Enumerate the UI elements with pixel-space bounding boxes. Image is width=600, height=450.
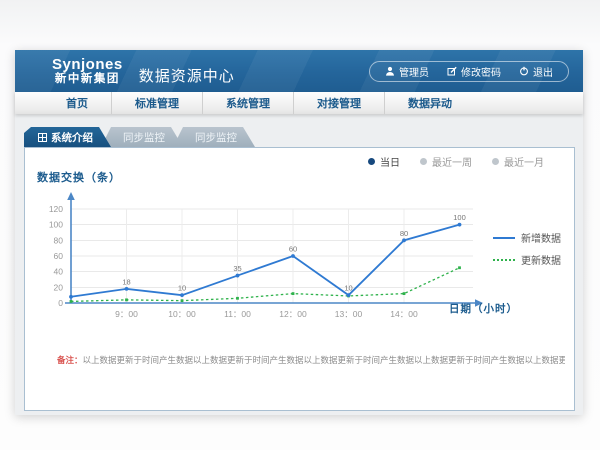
filter-last-week[interactable]: 最近一周 xyxy=(420,154,472,169)
logo-brand: Synjones xyxy=(52,57,123,73)
svg-text:9：00: 9：00 xyxy=(115,309,138,319)
edit-icon xyxy=(447,66,457,76)
user-label: 管理员 xyxy=(399,64,429,79)
power-icon xyxy=(519,66,529,76)
app-header: Synjones 新中新集团 数据资源中心 管理员 修改密 xyxy=(15,50,583,92)
footnote-text: 以上数据更新于时间产生数据以上数据更新于时间产生数据以上数据更新于时间产生数据以… xyxy=(83,355,565,365)
svg-text:35: 35 xyxy=(233,264,241,273)
svg-text:0: 0 xyxy=(58,298,63,308)
footnote: 备注：以上数据更新于时间产生数据以上数据更新于时间产生数据以上数据更新于时间产生… xyxy=(57,354,565,366)
main-nav: 首页 标准管理 系统管理 对接管理 数据异动 xyxy=(15,92,583,114)
tab-sync-monitor-1[interactable]: 同步监控 xyxy=(101,127,183,147)
x-axis-title: 日期（小时） xyxy=(449,301,518,316)
svg-text:60: 60 xyxy=(54,251,64,261)
logo-company: 新中新集团 xyxy=(52,73,123,85)
user-icon xyxy=(385,66,395,76)
tab-label: 同步监控 xyxy=(195,130,237,145)
change-password-button[interactable]: 修改密码 xyxy=(438,64,510,79)
chart-legend: 新增数据 更新数据 xyxy=(493,230,561,267)
time-range-filter: 当日 最近一周 最近一月 xyxy=(368,154,544,169)
tab-label: 同步监控 xyxy=(123,130,165,145)
svg-text:12：00: 12：00 xyxy=(279,309,307,319)
logout-button[interactable]: 退出 xyxy=(510,64,562,79)
svg-text:100: 100 xyxy=(453,213,466,222)
change-password-label: 修改密码 xyxy=(461,64,501,79)
nav-item-system-mgmt[interactable]: 系统管理 xyxy=(202,92,293,114)
svg-text:11：00: 11：00 xyxy=(224,309,251,319)
grid-icon xyxy=(38,133,47,142)
content-area: 系统介绍 同步监控 同步监控 当日 最近一周 xyxy=(15,114,583,415)
dotted-line-icon xyxy=(493,259,515,261)
svg-text:100: 100 xyxy=(49,220,63,230)
svg-text:120: 120 xyxy=(49,204,63,214)
legend-item-updated-data: 更新数据 xyxy=(493,252,561,267)
legend-label: 新增数据 xyxy=(521,230,561,245)
radio-unselected-icon xyxy=(492,158,499,165)
current-user-button[interactable]: 管理员 xyxy=(376,64,438,79)
filter-label: 最近一月 xyxy=(504,154,544,169)
page: Synjones 新中新集团 数据资源中心 管理员 修改密 xyxy=(0,0,600,450)
radio-selected-icon xyxy=(368,158,375,165)
tab-bar: 系统介绍 同步监控 同步监控 xyxy=(24,127,255,147)
svg-text:10：00: 10：00 xyxy=(168,309,196,319)
solid-line-icon xyxy=(493,237,515,239)
chart-panel: 当日 最近一周 最近一月 数据交换（条） 0 20 40 60 80 100 120 9：00… xyxy=(24,147,575,411)
svg-text:14：00: 14：00 xyxy=(390,309,418,319)
tab-label: 系统介绍 xyxy=(51,130,93,145)
page-title: 数据资源中心 xyxy=(139,65,235,86)
user-toolbar: 管理员 修改密码 退出 xyxy=(369,61,569,82)
logo: Synjones 新中新集团 xyxy=(52,57,123,85)
svg-text:20: 20 xyxy=(54,282,64,292)
filter-label: 当日 xyxy=(380,154,400,169)
nav-item-data-change[interactable]: 数据异动 xyxy=(384,92,475,114)
svg-text:60: 60 xyxy=(289,245,297,254)
svg-text:80: 80 xyxy=(54,235,64,245)
app-window: Synjones 新中新集团 数据资源中心 管理员 修改密 xyxy=(15,50,583,415)
svg-text:10: 10 xyxy=(178,284,186,293)
svg-text:80: 80 xyxy=(400,229,408,238)
svg-text:18: 18 xyxy=(122,277,130,286)
nav-item-standard-mgmt[interactable]: 标准管理 xyxy=(111,92,202,114)
footnote-label: 备注： xyxy=(57,355,83,365)
svg-text:40: 40 xyxy=(54,267,64,277)
filter-today[interactable]: 当日 xyxy=(368,154,400,169)
svg-text:10: 10 xyxy=(344,284,352,293)
legend-label: 更新数据 xyxy=(521,252,561,267)
legend-item-new-data: 新增数据 xyxy=(493,230,561,245)
tab-sync-monitor-2[interactable]: 同步监控 xyxy=(173,127,255,147)
filter-label: 最近一周 xyxy=(432,154,472,169)
logout-label: 退出 xyxy=(533,64,553,79)
tab-system-intro[interactable]: 系统介绍 xyxy=(24,127,111,147)
filter-last-month[interactable]: 最近一月 xyxy=(492,154,544,169)
y-axis-title: 数据交换（条） xyxy=(37,169,121,185)
nav-item-home[interactable]: 首页 xyxy=(43,92,111,114)
radio-unselected-icon xyxy=(420,158,427,165)
nav-item-interface-mgmt[interactable]: 对接管理 xyxy=(293,92,384,114)
svg-text:13：00: 13：00 xyxy=(335,309,363,319)
